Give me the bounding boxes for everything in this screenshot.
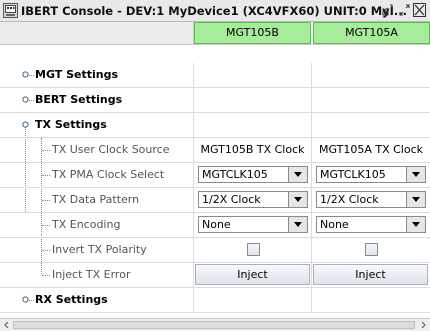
clock-source-value: MGT105B TX Clock <box>200 143 305 156</box>
inject-button[interactable]: Inject <box>313 264 428 285</box>
chevron-down-icon[interactable] <box>406 192 425 207</box>
maximize-icon[interactable] <box>398 3 411 17</box>
dropdown-value: None <box>202 218 231 231</box>
data-pattern-dropdown[interactable]: 1/2X Clock <box>198 191 308 208</box>
property-label: Inject TX Error <box>52 268 131 281</box>
dropdown-value: MGTCLK105 <box>202 168 268 181</box>
data-pattern-dropdown[interactable]: 1/2X Clock <box>316 191 426 208</box>
property-row-tx-user-clock-source: MGT105B TX Clock MGT105A TX Clock TX Use… <box>0 138 430 163</box>
tree-row-tx-settings[interactable]: TX Settings <box>0 113 430 138</box>
console-icon <box>3 3 18 18</box>
property-label: TX Encoding <box>52 218 121 231</box>
expanded-node-icon[interactable] <box>22 121 29 128</box>
scrollbar-thumb[interactable] <box>13 321 415 329</box>
close-icon[interactable] <box>413 3 426 17</box>
scroll-left-icon[interactable] <box>2 320 12 330</box>
inject-button[interactable]: Inject <box>195 264 310 285</box>
property-row-inject-tx-error: Inject Inject Inject TX Error <box>0 263 430 288</box>
section-label-bert: BERT Settings <box>35 93 123 106</box>
property-row-invert-tx-polarity: Invert TX Polarity <box>0 238 430 263</box>
scroll-right-icon[interactable] <box>418 320 428 330</box>
chevron-down-icon[interactable] <box>406 217 425 232</box>
invert-polarity-checkbox[interactable] <box>247 243 260 256</box>
property-label: TX Data Pattern <box>52 193 140 206</box>
property-row-tx-encoding: None None TX Encoding <box>0 213 430 238</box>
collapsed-node-icon[interactable] <box>22 296 29 303</box>
property-label: Invert TX Polarity <box>52 243 147 256</box>
chevron-down-icon[interactable] <box>288 167 307 182</box>
collapsed-node-icon[interactable] <box>22 96 29 103</box>
dropdown-value: None <box>320 218 349 231</box>
column-header-row: MGT105B MGT105A <box>0 22 430 45</box>
pma-clock-dropdown[interactable]: MGTCLK105 <box>198 166 308 183</box>
section-label-rx: RX Settings <box>35 293 108 306</box>
tree-row-mgt-settings[interactable]: MGT Settings <box>0 63 430 88</box>
section-label-tx: TX Settings <box>35 118 107 131</box>
property-row-tx-pma-clock-select: MGTCLK105 MGTCLK105 TX PMA Clock Select <box>0 163 430 188</box>
encoding-dropdown[interactable]: None <box>316 216 426 233</box>
restore-icon[interactable] <box>382 3 395 17</box>
property-label: TX PMA Clock Select <box>52 168 165 181</box>
column-header-mgt105b[interactable]: MGT105B <box>194 22 311 44</box>
column-header-mgt105a[interactable]: MGT105A <box>313 22 430 44</box>
chevron-down-icon[interactable] <box>406 167 425 182</box>
encoding-dropdown[interactable]: None <box>198 216 308 233</box>
horizontal-scrollbar[interactable] <box>0 318 430 331</box>
dropdown-value: 1/2X Clock <box>202 193 261 206</box>
invert-polarity-checkbox[interactable] <box>365 243 378 256</box>
chevron-down-icon[interactable] <box>288 192 307 207</box>
column-header-corner <box>0 22 194 44</box>
property-label: TX User Clock Source <box>52 143 170 156</box>
chevron-down-icon[interactable] <box>288 217 307 232</box>
dropdown-value: 1/2X Clock <box>320 193 379 206</box>
pma-clock-dropdown[interactable]: MGTCLK105 <box>316 166 426 183</box>
clock-source-value: MGT105A TX Clock <box>319 143 423 156</box>
tree-row-rx-settings[interactable]: RX Settings <box>0 288 430 313</box>
dropdown-value: MGTCLK105 <box>320 168 386 181</box>
tree-row-bert-settings[interactable]: BERT Settings <box>0 88 430 113</box>
property-row-tx-data-pattern: 1/2X Clock 1/2X Clock TX Data Pattern <box>0 188 430 213</box>
window-title: IBERT Console - DEV:1 MyDevice1 (XC4VFX6… <box>21 4 408 18</box>
collapsed-node-icon[interactable] <box>22 71 29 78</box>
title-bar: IBERT Console - DEV:1 MyDevice1 (XC4VFX6… <box>0 0 430 22</box>
section-label-mgt: MGT Settings <box>35 68 119 81</box>
